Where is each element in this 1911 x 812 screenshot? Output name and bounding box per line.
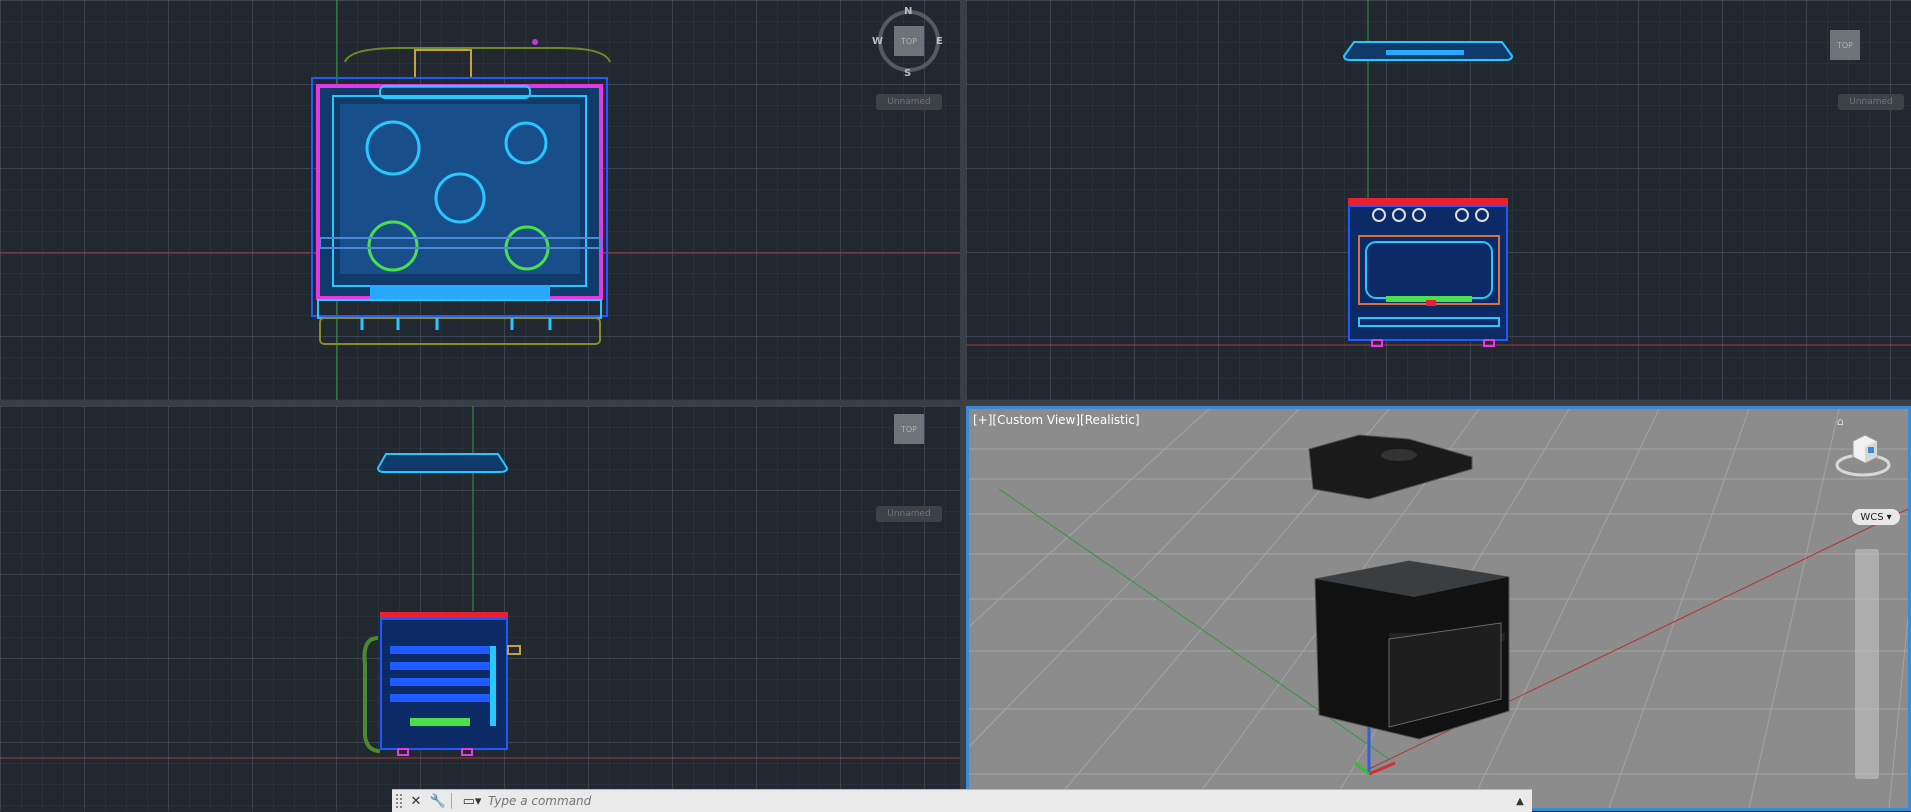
viewport-splitter-horizontal[interactable] bbox=[0, 400, 1911, 406]
viewport-top-view[interactable]: TOP N S E W Unnamed bbox=[0, 0, 960, 400]
grip-handle[interactable] bbox=[395, 793, 403, 809]
wcs-label: WCS bbox=[1860, 511, 1884, 523]
viewcube-icon[interactable]: TOP bbox=[1830, 24, 1900, 94]
wrench-icon[interactable]: 🔧 bbox=[429, 792, 447, 810]
viewcube-top-face[interactable]: TOP bbox=[1830, 30, 1860, 60]
viewport-label[interactable]: [+][Custom View][Realistic] bbox=[973, 413, 1140, 427]
viewcube-icon[interactable]: TOP N S E W bbox=[872, 6, 948, 80]
ucs-menu[interactable]: Unnamed bbox=[1838, 94, 1904, 110]
top-view-drawing bbox=[0, 0, 960, 400]
command-prompt-icon[interactable]: ▭▾ bbox=[460, 792, 484, 810]
viewcube-top-face[interactable]: TOP bbox=[894, 26, 924, 56]
separator bbox=[451, 793, 452, 809]
viewcube-3d bbox=[1835, 434, 1891, 477]
wcs-menu[interactable]: WCS ▾ bbox=[1852, 509, 1900, 525]
compass-east[interactable]: E bbox=[936, 36, 943, 47]
ucs-menu[interactable]: Unnamed bbox=[876, 94, 942, 110]
close-icon[interactable]: ✕ bbox=[407, 792, 425, 810]
command-input[interactable] bbox=[484, 791, 1512, 811]
perspective-grid bbox=[969, 409, 1908, 808]
compass-south[interactable]: S bbox=[904, 68, 911, 79]
viewcube-icon[interactable] bbox=[1835, 427, 1891, 483]
viewport-custom-view-realistic[interactable]: [+][Custom View][Realistic] ⌂ WCS ▾ bbox=[966, 406, 1911, 811]
side-view-drawing bbox=[0, 406, 960, 759]
viewcube-icon[interactable]: TOP bbox=[878, 406, 948, 470]
chevron-down-icon: ▾ bbox=[1886, 511, 1892, 523]
caret-up-icon[interactable]: ▲ bbox=[1512, 796, 1528, 807]
ucs-menu[interactable]: Unnamed bbox=[876, 506, 942, 522]
viewport-front-view[interactable]: TOP Unnamed bbox=[966, 0, 1911, 400]
navigation-bar[interactable] bbox=[1855, 549, 1879, 779]
compass-north[interactable]: N bbox=[904, 6, 912, 17]
front-view-drawing bbox=[966, 0, 1911, 347]
viewport-side-view[interactable]: TOP Unnamed bbox=[0, 406, 960, 811]
compass-west[interactable]: W bbox=[872, 36, 883, 47]
command-line: ✕ 🔧 ▭▾ ▲ bbox=[392, 789, 1532, 812]
viewcube-top-face[interactable]: TOP bbox=[894, 414, 924, 444]
